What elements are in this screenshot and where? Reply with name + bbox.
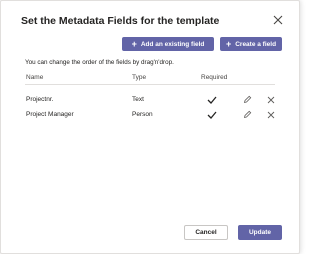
field-name: Projectnr. [26,96,54,103]
close-icon[interactable] [267,111,275,119]
pencil-icon[interactable] [243,95,252,104]
plus-icon: + [225,39,232,49]
close-icon[interactable] [267,96,275,104]
create-field-button[interactable]: + Create a field [220,37,282,51]
reorder-hint: You can change the order of the fields b… [25,59,174,66]
header-divider [25,84,275,85]
pencil-icon[interactable] [243,110,252,119]
metadata-fields-dialog: Set the Metadata Fields for the template… [0,0,300,254]
column-header-required: Required [201,74,228,81]
close-icon[interactable] [273,15,283,25]
add-existing-field-button[interactable]: + Add an existing field [122,37,214,51]
column-header-name: Name [26,74,44,81]
table-row[interactable]: Project Manager Person [1,109,299,121]
create-field-label: Create a field [235,40,277,48]
field-name: Project Manager [26,111,74,118]
update-button[interactable]: Update [238,225,282,240]
cancel-button[interactable]: Cancel [184,225,228,240]
check-icon [207,111,217,119]
add-existing-field-label: Add an existing field [140,40,205,48]
footer-actions: Cancel Update [184,225,282,240]
plus-icon: + [131,39,137,49]
top-actions: + Add an existing field + Create a field [122,37,282,51]
field-type: Person [132,111,153,118]
field-type: Text [132,96,144,103]
table-row[interactable]: Projectnr. Text [1,94,299,106]
dialog-title: Set the Metadata Fields for the template [21,15,220,27]
column-header-type: Type [132,74,147,81]
check-icon [207,96,217,104]
